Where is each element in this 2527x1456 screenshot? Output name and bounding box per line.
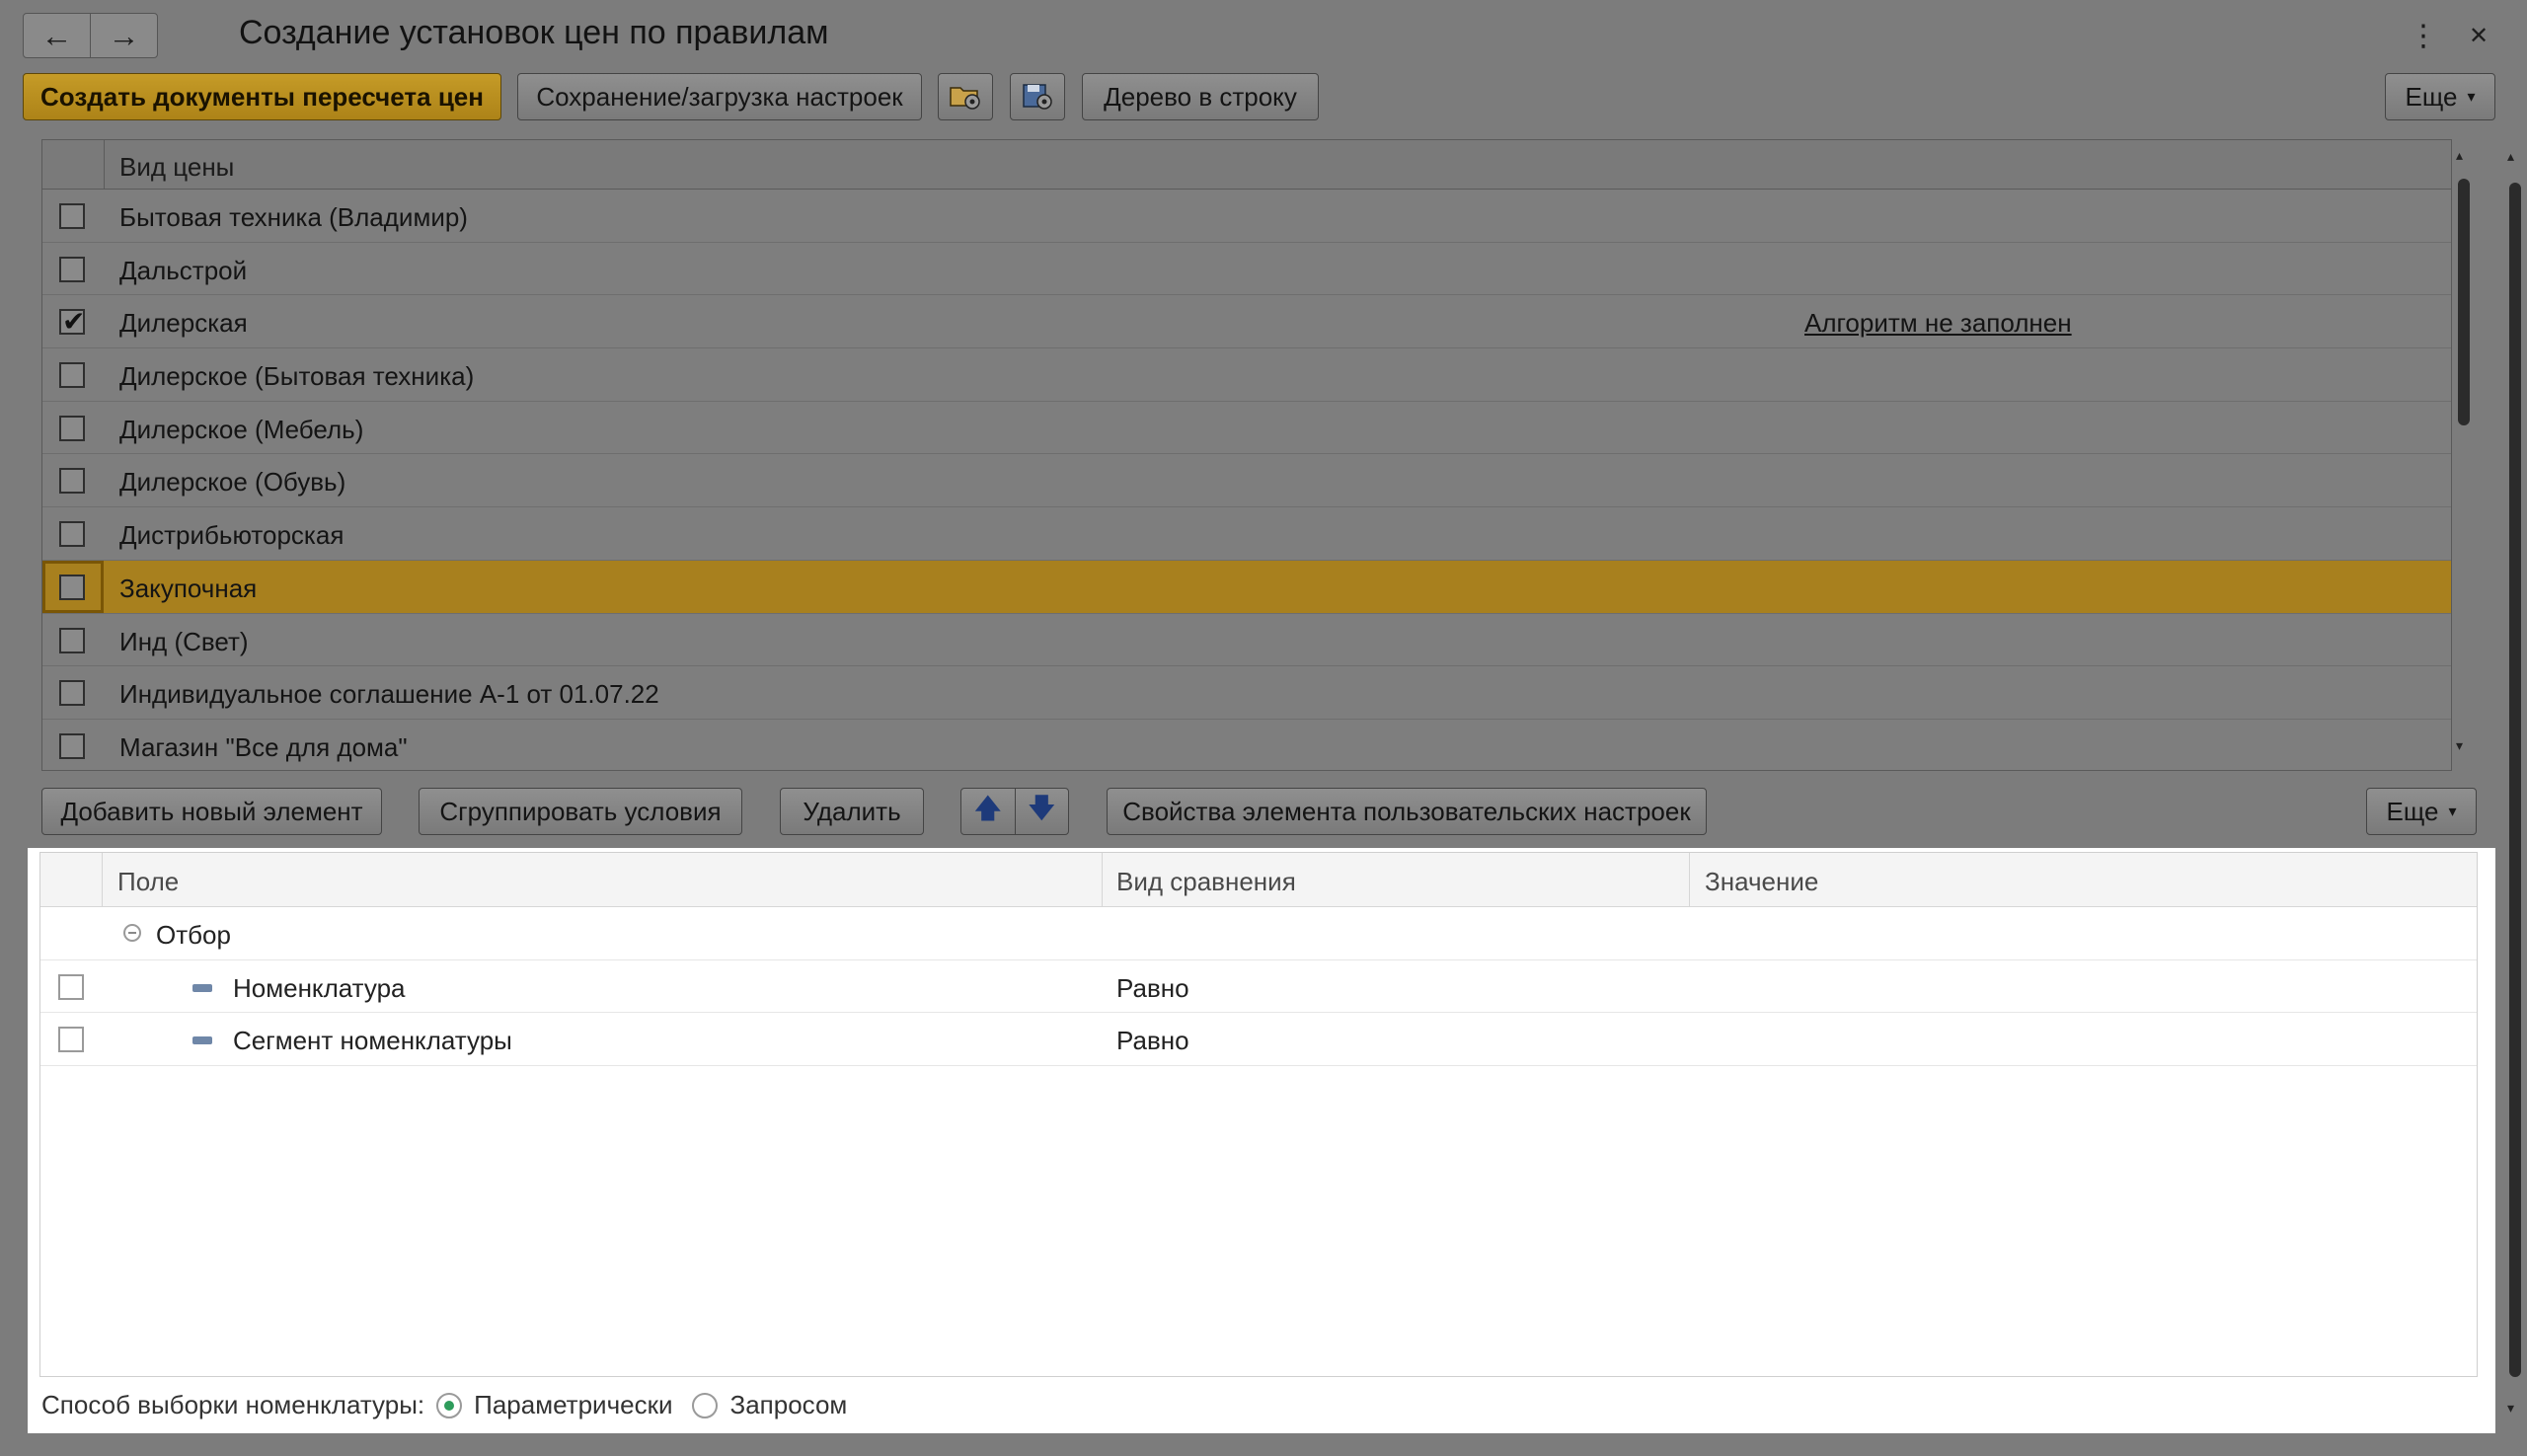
- row-checkbox[interactable]: [59, 468, 85, 495]
- scrollbar-thumb[interactable]: [2509, 183, 2521, 1377]
- filter-more-button[interactable]: Еще ▾: [2366, 788, 2477, 835]
- selection-method-group: Способ выборки номенклатуры: Параметриче…: [41, 1390, 847, 1420]
- disk-gear-icon: [1023, 84, 1052, 110]
- row-checkbox[interactable]: [59, 415, 85, 441]
- group-conditions-button[interactable]: Сгруппировать условия: [419, 788, 742, 835]
- price-type-name: Дилерская: [119, 308, 248, 339]
- table-row[interactable]: Номенклатура Равно: [40, 960, 2477, 1013]
- more-button[interactable]: Еще ▾: [2385, 73, 2495, 120]
- more-label: Еще: [2405, 81, 2458, 112]
- create-recalc-docs-button[interactable]: Создать документы пересчета цен: [23, 73, 501, 120]
- price-type-name: Дистрибьюторская: [119, 520, 345, 551]
- table-row[interactable]: Бытовая техника (Владимир): [42, 190, 2451, 243]
- table-row[interactable]: Индивидуальное соглашение А-1 от 01.07.2…: [42, 666, 2451, 720]
- price-type-name: Дилерское (Мебель): [119, 414, 364, 444]
- table-row-selected[interactable]: Закупочная: [42, 560, 2451, 614]
- more-label: Еще: [2386, 796, 2439, 826]
- table-row[interactable]: Дальстрой: [42, 243, 2451, 296]
- price-type-name: Инд (Свет): [119, 626, 249, 656]
- save-settings-icon[interactable]: [1010, 73, 1065, 120]
- price-types-table: Вид цены Бытовая техника (Владимир) Даль…: [41, 139, 2452, 771]
- radio-parametric-label[interactable]: Параметрически: [474, 1390, 672, 1420]
- filter-group-row[interactable]: Отбор: [40, 907, 2477, 960]
- price-type-name: Дилерское (Обувь): [119, 467, 346, 498]
- element-properties-button[interactable]: Свойства элемента пользовательских настр…: [1107, 788, 1707, 835]
- window-title: Создание установок цен по правилам: [239, 14, 829, 51]
- column-header-field: Поле: [117, 867, 180, 896]
- table-row[interactable]: Дилерская Алгоритм не заполнен: [42, 295, 2451, 349]
- filter-field-name: Сегмент номенклатуры: [233, 1026, 512, 1055]
- row-checkbox[interactable]: [59, 256, 85, 282]
- add-new-element-button[interactable]: Добавить новый элемент: [41, 788, 382, 835]
- price-types-scrollbar[interactable]: ▴ ▾: [2452, 139, 2476, 771]
- forward-icon[interactable]: →: [90, 14, 157, 57]
- chevron-down-icon: ▾: [2448, 804, 2457, 820]
- radio-query-label[interactable]: Запросом: [729, 1390, 847, 1420]
- price-type-name: Дилерское (Бытовая техника): [119, 361, 475, 392]
- row-checkbox[interactable]: [58, 973, 84, 1000]
- row-checkbox[interactable]: [59, 521, 85, 548]
- row-checkbox[interactable]: [59, 680, 85, 707]
- table-row[interactable]: Магазин "Все для дома": [42, 720, 2451, 770]
- folder-gear-icon: [950, 87, 980, 110]
- filter-table-header: Поле Вид сравнения Значение: [40, 853, 2477, 907]
- more-actions-icon[interactable]: ⋮: [2409, 16, 2438, 55]
- table-row[interactable]: Сегмент номенклатуры Равно: [40, 1013, 2477, 1066]
- radio-query[interactable]: [692, 1392, 719, 1418]
- move-down-icon[interactable]: 🡇: [1014, 789, 1069, 834]
- close-icon[interactable]: ✕: [2464, 16, 2493, 55]
- table-row[interactable]: Дистрибьюторская: [42, 507, 2451, 561]
- price-type-name: Закупочная: [119, 573, 258, 603]
- row-checkbox[interactable]: [59, 732, 85, 759]
- price-types-header: Вид цены: [42, 140, 2451, 190]
- column-header-comparison: Вид сравнения: [1116, 867, 1296, 896]
- filter-comparison[interactable]: Равно: [1116, 1026, 1189, 1056]
- field-icon: [192, 1036, 212, 1044]
- radio-parametric[interactable]: [436, 1392, 463, 1418]
- chevron-down-icon: ▾: [2467, 89, 2476, 106]
- column-header-price-type: Вид цены: [119, 152, 235, 182]
- collapse-icon[interactable]: [123, 924, 141, 942]
- price-type-name: Дальстрой: [119, 255, 248, 285]
- row-checkbox[interactable]: [59, 203, 85, 229]
- row-checkbox[interactable]: [59, 574, 85, 600]
- algorithm-not-filled-link[interactable]: Алгоритм не заполнен: [1804, 308, 2072, 339]
- delete-button[interactable]: Удалить: [780, 788, 924, 835]
- tree-to-row-button[interactable]: Дерево в строку: [1082, 73, 1319, 120]
- scroll-down-icon[interactable]: ▾: [2456, 737, 2463, 754]
- filter-comparison[interactable]: Равно: [1116, 973, 1189, 1004]
- table-row[interactable]: Дилерское (Обувь): [42, 454, 2451, 508]
- open-settings-icon[interactable]: [938, 73, 993, 120]
- move-up-icon[interactable]: 🡅: [961, 789, 1015, 834]
- back-icon[interactable]: ←: [24, 14, 90, 57]
- price-type-name: Бытовая техника (Владимир): [119, 202, 468, 232]
- row-checkbox[interactable]: [58, 1027, 84, 1052]
- scroll-up-icon[interactable]: ▴: [2456, 147, 2463, 164]
- row-checkbox[interactable]: [59, 362, 85, 389]
- field-icon: [192, 983, 212, 992]
- table-row[interactable]: Инд (Свет): [42, 614, 2451, 667]
- price-type-name: Индивидуальное соглашение А-1 от 01.07.2…: [119, 679, 659, 710]
- filter-group-label: Отбор: [156, 920, 231, 950]
- table-row[interactable]: Дилерское (Бытовая техника): [42, 348, 2451, 402]
- scroll-up-icon[interactable]: ▴: [2507, 148, 2514, 165]
- filter-field-name: Номенклатура: [233, 972, 406, 1003]
- column-header-value: Значение: [1705, 867, 1819, 896]
- selection-method-label: Способ выборки номенклатуры:: [41, 1390, 425, 1419]
- row-checkbox[interactable]: [59, 305, 85, 338]
- table-row[interactable]: Дилерское (Мебель): [42, 402, 2451, 455]
- navigation-buttons: ← →: [23, 13, 158, 58]
- price-type-name: Магазин "Все для дома": [119, 731, 408, 762]
- row-checkbox[interactable]: [59, 627, 85, 653]
- scroll-down-icon[interactable]: ▾: [2507, 1400, 2514, 1417]
- save-load-settings-button[interactable]: Сохранение/загрузка настроек: [517, 73, 922, 120]
- form-scrollbar[interactable]: ▴ ▾: [2503, 138, 2527, 1421]
- filter-conditions-table: Поле Вид сравнения Значение Отбор Номенк…: [39, 852, 2478, 1377]
- scrollbar-thumb[interactable]: [2458, 179, 2470, 425]
- move-buttons: 🡅 🡇: [960, 788, 1069, 835]
